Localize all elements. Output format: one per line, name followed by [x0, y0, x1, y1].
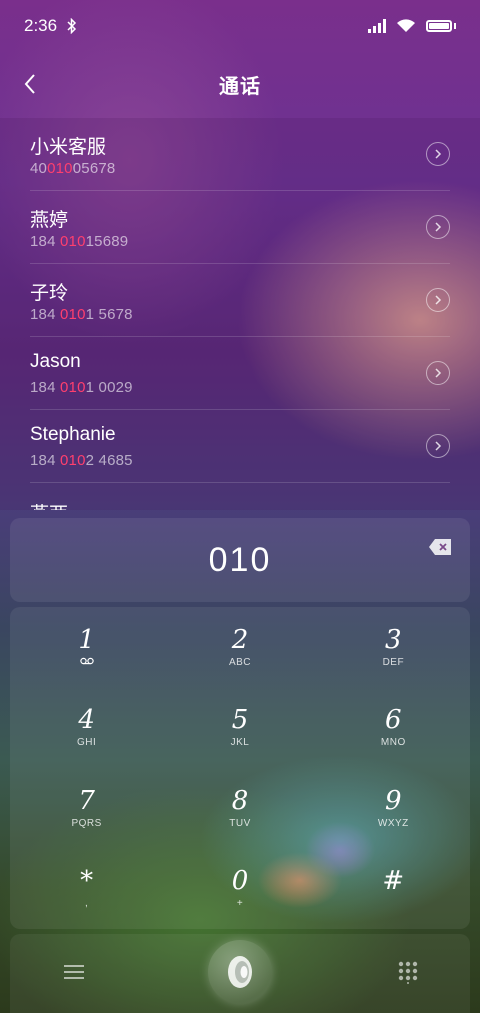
key-digit: 2	[231, 624, 249, 655]
contact-name: 子玲	[30, 283, 69, 304]
dialed-number: 010	[208, 540, 272, 579]
chevron-right-icon	[435, 441, 442, 451]
page-title: 通话	[219, 75, 261, 98]
title-bar: 通话	[0, 58, 480, 110]
contact-number: 184 01015689	[30, 233, 129, 250]
contact-item[interactable]: Jason 184 0101 0029	[30, 337, 450, 410]
signal-icon	[368, 19, 386, 33]
chevron-left-icon	[24, 74, 35, 94]
status-bar: 2:36	[0, 0, 480, 52]
key-5[interactable]: 5 JKL	[163, 688, 316, 769]
contact-detail-button[interactable]	[426, 361, 450, 385]
wifi-icon	[397, 19, 415, 32]
contact-detail-button[interactable]	[426, 434, 450, 458]
key-7[interactable]: 7 PQRS	[10, 768, 163, 849]
battery-icon	[426, 20, 452, 32]
contact-number: 184 0101 5678	[30, 306, 133, 323]
chevron-right-icon	[435, 222, 442, 232]
dialed-number-display: 010	[10, 518, 470, 602]
key-letters: WXYZ	[377, 817, 409, 829]
key-letters: DEF	[382, 656, 405, 668]
key-6[interactable]: 6 MNO	[317, 688, 470, 769]
contact-item[interactable]: 小米客服 4001005678	[30, 118, 450, 191]
contact-item[interactable]: Stephanie 184 0102 4685	[30, 410, 450, 483]
voicemail-icon	[79, 657, 94, 669]
key-1[interactable]: 1	[10, 607, 163, 688]
contact-name: 燕婷	[30, 210, 69, 231]
chevron-right-icon	[435, 295, 442, 305]
key-digit: *	[80, 866, 94, 897]
key-3[interactable]: 3 DEF	[317, 607, 470, 688]
battery-cap	[454, 23, 456, 29]
key-8[interactable]: 8 TUV	[163, 768, 316, 849]
key-letters: GHI	[77, 737, 97, 749]
key-letters: +	[236, 898, 244, 910]
dial-keypad: 1 2 ABC 3 DEF 4 GHI 5 JKL 6 MNO 7 PQRS 8…	[10, 607, 470, 929]
key-digit: 3	[385, 624, 402, 655]
contact-item[interactable]: 燕婷 184 01015689	[30, 191, 450, 264]
key-digit: 6	[385, 705, 402, 736]
back-button[interactable]	[14, 68, 46, 100]
call-icon	[228, 956, 252, 988]
status-time: 2:36	[24, 16, 58, 35]
contact-number: 184 0102 4685	[30, 452, 133, 469]
key-9[interactable]: 9 WXYZ	[317, 768, 470, 849]
key-letters: MNO	[380, 737, 406, 749]
chevron-right-icon	[435, 149, 442, 159]
key-0[interactable]: 0 +	[163, 849, 316, 930]
key-digit: 1	[78, 624, 95, 655]
contact-detail-button[interactable]	[426, 288, 450, 312]
key-hash[interactable]: #	[317, 849, 470, 930]
contact-number: 4001005678	[30, 160, 116, 177]
key-star[interactable]: * ,	[10, 849, 163, 930]
key-digit: 9	[385, 785, 402, 816]
key-letters: TUV	[229, 817, 251, 829]
key-letters: PQRS	[71, 817, 102, 829]
key-digit: 4	[78, 705, 95, 736]
call-button[interactable]	[208, 940, 272, 1004]
dialpad-icon[interactable]	[396, 960, 420, 984]
key-digit: 7	[78, 785, 95, 816]
bluetooth-icon	[67, 18, 77, 34]
key-digit: 8	[231, 785, 249, 816]
contact-name: Stephanie	[30, 424, 116, 445]
contact-item[interactable]: 子玲 184 0101 5678	[30, 264, 450, 337]
status-left: 2:36	[24, 16, 77, 36]
key-letters: JKL	[230, 737, 250, 749]
status-right	[368, 19, 456, 33]
contact-detail-button[interactable]	[426, 215, 450, 239]
contact-list: 小米客服 4001005678 燕婷 184 01015689 子玲 184 0…	[0, 118, 480, 510]
key-digit: #	[382, 866, 405, 897]
contact-detail-button[interactable]	[426, 142, 450, 166]
contact-name: 小米客服	[30, 137, 107, 158]
key-4[interactable]: 4 GHI	[10, 688, 163, 769]
contact-number: 184 0101 0029	[30, 379, 133, 396]
key-letters: ,	[85, 898, 89, 910]
bottom-action-bar	[10, 934, 470, 1013]
chevron-right-icon	[435, 368, 442, 378]
key-digit: 5	[231, 705, 249, 736]
backspace-icon[interactable]	[428, 538, 452, 556]
contact-name: Jason	[30, 351, 81, 372]
key-digit: 0	[231, 866, 249, 897]
key-2[interactable]: 2 ABC	[163, 607, 316, 688]
contact-name: 燕两	[30, 499, 68, 510]
menu-icon[interactable]	[60, 960, 88, 984]
key-letters: ABC	[228, 656, 252, 668]
contact-item[interactable]: 燕两	[30, 483, 450, 510]
